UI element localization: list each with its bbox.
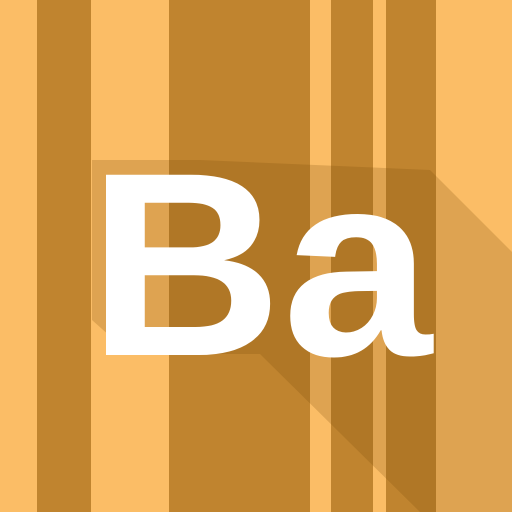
app-icon: Ba bbox=[0, 0, 512, 512]
icon-letters: Ba bbox=[88, 118, 434, 411]
icon-glyph: Ba bbox=[88, 118, 434, 411]
